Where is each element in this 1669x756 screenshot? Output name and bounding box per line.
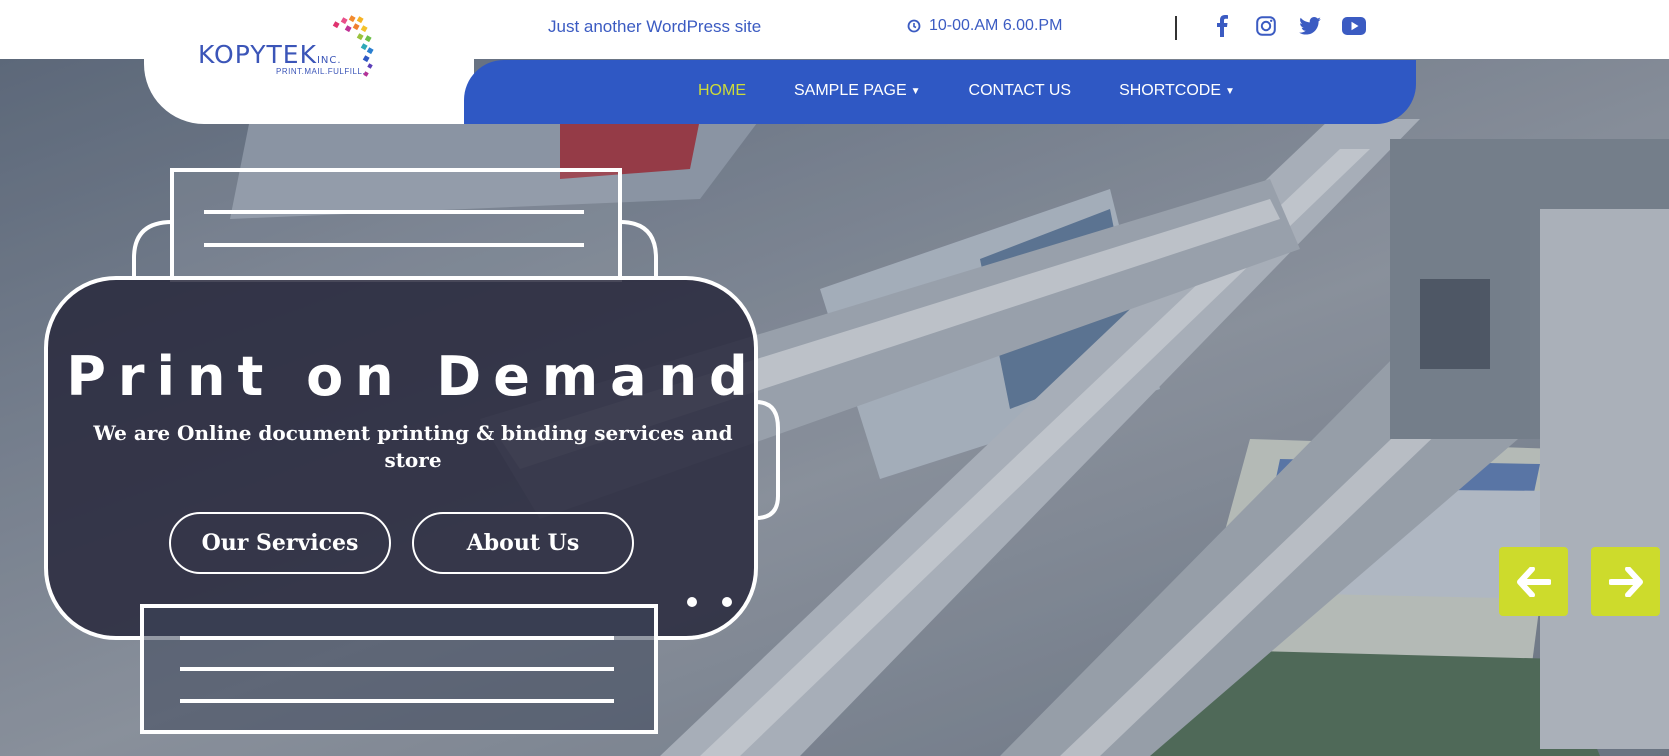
nav-item-home[interactable]: HOME (698, 82, 746, 100)
about-us-button[interactable]: About Us (412, 512, 634, 574)
nav-item-sample-page[interactable]: SAMPLE PAGE ▼ (794, 82, 921, 100)
main-navigation: HOME SAMPLE PAGE ▼ CONTACT US SHORTCODE … (464, 60, 1416, 124)
logo-tagline: PRINT.MAIL.FULFILL. (276, 67, 366, 76)
prev-slide-button[interactable] (1499, 547, 1568, 616)
nav-item-contact-us[interactable]: CONTACT US (969, 82, 1072, 100)
facebook-icon[interactable] (1210, 14, 1234, 38)
instagram-icon[interactable] (1254, 14, 1278, 38)
business-hours: 10-00.AM 6.00.PM (907, 17, 1062, 35)
arrow-left-icon (1516, 566, 1551, 597)
youtube-icon[interactable] (1342, 14, 1366, 38)
clock-icon (907, 19, 921, 33)
next-slide-button[interactable] (1591, 547, 1660, 616)
slide-title: Print on Demand (66, 345, 760, 408)
slide-subtitle: We are Online document printing & bindin… (93, 421, 733, 472)
hours-text: 10-00.AM 6.00.PM (929, 17, 1063, 34)
slide-dot-1[interactable] (687, 597, 697, 607)
arrow-right-icon (1608, 566, 1643, 597)
nav-item-shortcode[interactable]: SHORTCODE ▼ (1119, 82, 1235, 100)
site-tagline: Just another WordPress site (548, 17, 762, 36)
logo-wordmark: KOPYTEKINC. (198, 40, 342, 69)
our-services-button[interactable]: Our Services (169, 512, 391, 574)
header-divider (1175, 16, 1177, 40)
slide-dot-2[interactable] (722, 597, 732, 607)
social-links (1210, 14, 1366, 38)
caret-down-icon: ▼ (1225, 85, 1235, 97)
twitter-icon[interactable] (1298, 14, 1322, 38)
caret-down-icon: ▼ (910, 85, 921, 97)
site-logo[interactable]: KOPYTEKINC. PRINT.MAIL.FULFILL. (198, 14, 398, 84)
